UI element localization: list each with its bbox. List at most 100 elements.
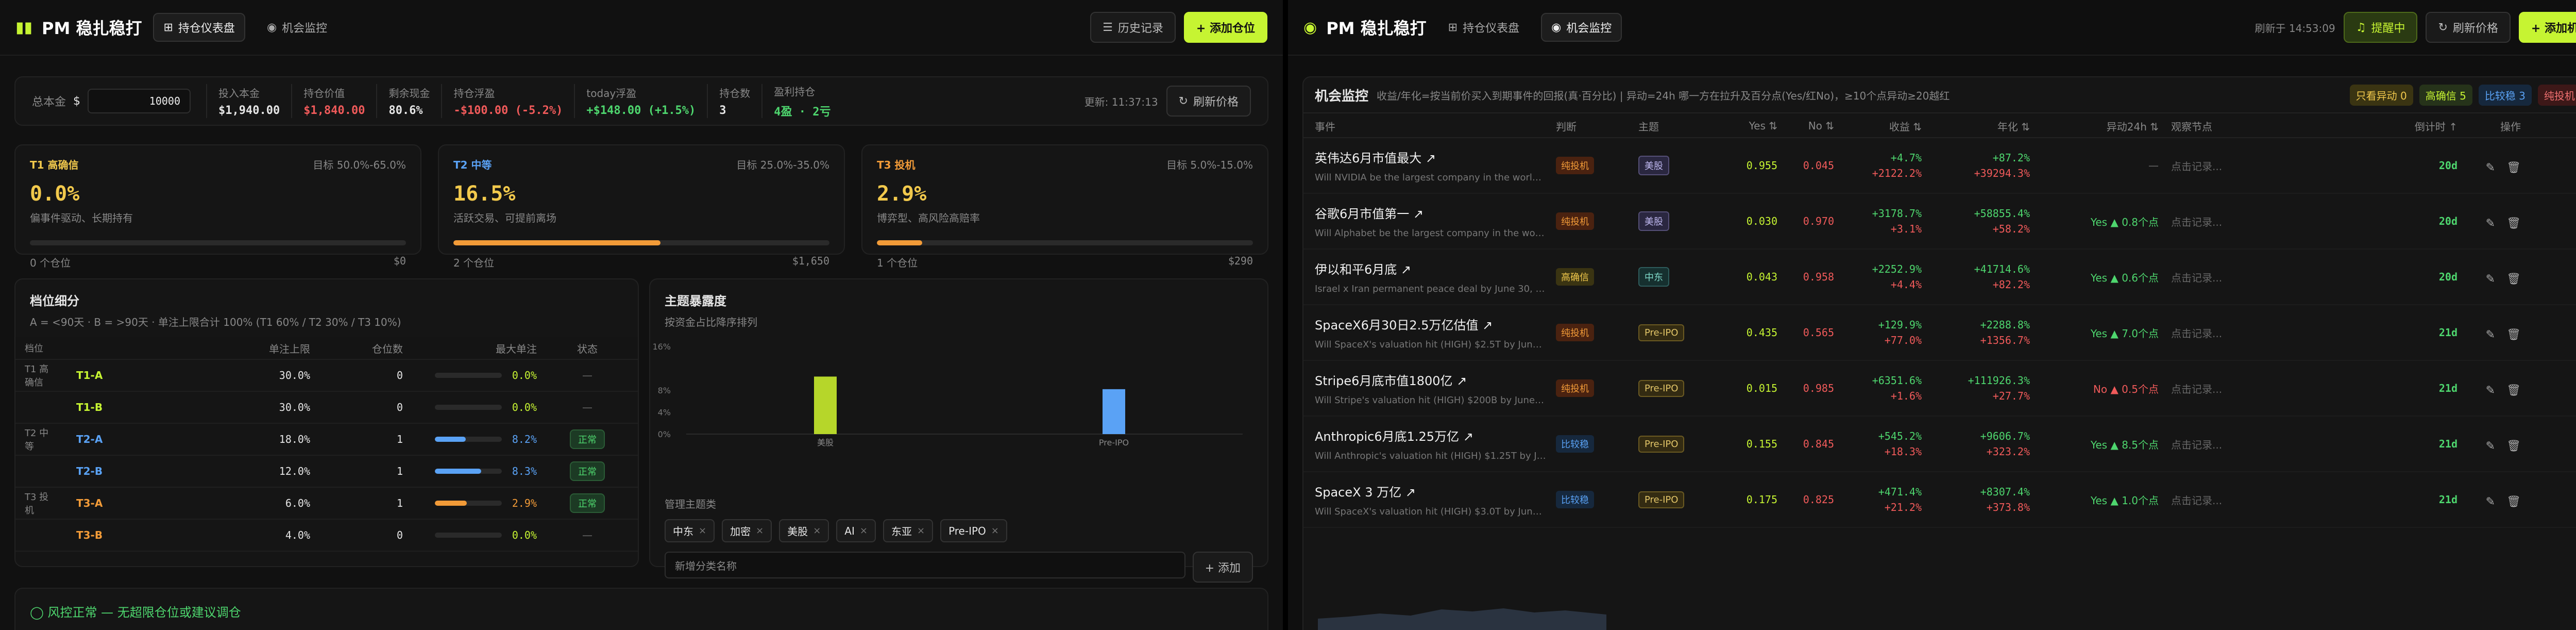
button-label: 刷新价格 <box>2452 22 2498 35</box>
event-title[interactable]: 谷歌6月市值第一 ↗ <box>1315 204 1556 222</box>
close-icon[interactable]: × <box>699 525 706 536</box>
tab-monitor[interactable]: ◉ 机会监控 <box>257 13 337 42</box>
edit-icon[interactable]: ✎ <box>2486 328 2495 341</box>
add-category-button[interactable]: + 添加 <box>1192 552 1253 583</box>
tag-label: 加密 <box>730 525 751 538</box>
trash-icon[interactable]: 🗑 <box>2506 217 2521 230</box>
column-header: 状态 <box>577 342 598 355</box>
max-single-bar <box>434 533 502 538</box>
theme-badge: Pre-IPO <box>1638 435 1685 453</box>
theme-cell: 中东 <box>1638 267 1721 287</box>
table-header: 事件 判断 主题 Yes ⇅ No ⇅ 收益 ⇅ 年化 ⇅ 异动24h ⇅ 观察… <box>1303 114 2576 138</box>
event-title[interactable]: SpaceX6月30日2.5万亿估值 ↗ <box>1315 315 1556 333</box>
yes-price: 0.435 <box>1746 326 1777 339</box>
opportunity-row[interactable]: SpaceX 3 万亿 ↗ Will SpaceX's valuation hit… <box>1303 472 2576 528</box>
event-title[interactable]: 英伟达6月市值最大 ↗ <box>1315 148 1556 166</box>
alerts-button[interactable]: ♫ 提醒中 <box>2343 12 2418 43</box>
pane-divider <box>1283 0 1288 630</box>
annual-cell: +8307.4% +373.8% <box>1922 486 2030 513</box>
sort-countdown-header[interactable]: 倒计时 ↑ <box>2287 119 2458 134</box>
trash-icon[interactable]: 🗑 <box>2506 495 2521 508</box>
judgement-cell: 纯投机 <box>1556 212 1638 230</box>
total-capital-input[interactable]: 10000 <box>88 89 191 113</box>
filter-high-chip[interactable]: 高确信 5 <box>2419 84 2472 106</box>
refresh-prices-button[interactable]: ↻ 刷新价格 <box>2426 12 2511 43</box>
watch-node[interactable]: 点击记录... <box>2159 214 2287 229</box>
close-icon[interactable]: × <box>813 525 821 536</box>
status-cell: 正常 <box>546 461 629 481</box>
theme-badge: Pre-IPO <box>1638 491 1685 508</box>
theme-tag[interactable]: 中东 × <box>665 519 715 542</box>
opportunity-row[interactable]: 英伟达6月市值最大 ↗ Will NVIDIA be the largest co… <box>1303 138 2576 194</box>
edit-icon[interactable]: ✎ <box>2486 273 2495 286</box>
edit-icon[interactable]: ✎ <box>2486 495 2495 508</box>
theme-tag[interactable]: AI × <box>836 519 876 542</box>
theme-tag[interactable]: 美股 × <box>779 519 829 542</box>
summary-key: 持仓价值 <box>303 87 345 100</box>
tab-dashboard[interactable]: ⊞ 持仓仪表盘 <box>153 13 245 42</box>
theme-tag[interactable]: 东亚 × <box>883 519 934 542</box>
event-title[interactable]: Anthropic6月底1.25万亿 ↗ <box>1315 426 1556 444</box>
new-category-input[interactable]: 新增分类名称 <box>665 552 1185 578</box>
watch-node[interactable]: 点击记录... <box>2159 492 2287 507</box>
trash-icon[interactable]: 🗑 <box>2506 384 2521 397</box>
watch-node[interactable]: 点击记录... <box>2159 158 2287 173</box>
actions-cell: ✎ 🗑 <box>2458 436 2532 453</box>
trash-icon[interactable]: 🗑 <box>2506 440 2521 453</box>
edit-icon[interactable]: ✎ <box>2486 440 2495 453</box>
opportunity-row[interactable]: 谷歌6月市值第一 ↗ Will Alphabet be the largest c… <box>1303 194 2576 250</box>
tier-progress <box>30 240 406 245</box>
shield-icon: ◯ <box>30 605 48 620</box>
table-header: 档位 单注上限 仓位数 最大单注 状态 <box>15 337 638 360</box>
sort-return-header[interactable]: 收益 ⇅ <box>1834 119 1922 134</box>
yes-price: 0.043 <box>1746 271 1777 283</box>
theme-tag[interactable]: 加密 × <box>722 519 772 542</box>
watch-node[interactable]: 点击记录... <box>2159 381 2287 396</box>
trash-icon[interactable]: 🗑 <box>2506 328 2521 341</box>
edit-icon[interactable]: ✎ <box>2486 384 2495 397</box>
summary-value: $1,940.00 <box>218 104 280 117</box>
tab-monitor[interactable]: ◉ 机会监控 <box>1541 13 1622 42</box>
refresh-prices-button[interactable]: ↻ 刷新价格 <box>1166 86 1251 117</box>
watch-node[interactable]: 点击记录... <box>2159 270 2287 285</box>
return-cell: +471.4% +21.2% <box>1834 486 1922 513</box>
watch-node[interactable]: 点击记录... <box>2159 325 2287 340</box>
close-icon[interactable]: × <box>917 525 925 536</box>
sort-annual-header[interactable]: 年化 ⇅ <box>1922 119 2030 134</box>
add-opportunity-button[interactable]: + 添加机会 <box>2518 12 2576 43</box>
eye-icon: ◉ <box>1551 21 1562 34</box>
sort-move-header[interactable]: 异动24h ⇅ <box>2030 119 2159 134</box>
trash-icon[interactable]: 🗑 <box>2506 161 2521 174</box>
edit-icon[interactable]: ✎ <box>2486 217 2495 230</box>
theme-badge: 中东 <box>1638 267 1669 287</box>
close-icon[interactable]: × <box>860 525 868 536</box>
theme-tag[interactable]: Pre-IPO × <box>940 519 1007 542</box>
judgement-badge: 纯投机 <box>1556 157 1594 174</box>
filter-movers-chip[interactable]: 只看异动 0 <box>2349 84 2413 106</box>
sort-yes-header[interactable]: Yes ⇅ <box>1721 120 1777 132</box>
opportunity-row[interactable]: Anthropic6月底1.25万亿 ↗ Will Anthropic's val… <box>1303 417 2576 472</box>
tab-dashboard[interactable]: ⊞ 持仓仪表盘 <box>1438 13 1530 42</box>
annual-no: +39294.3% <box>1974 167 2030 179</box>
y-tick-label: 8% <box>658 386 671 395</box>
filter-spec-chip[interactable]: 纯投机 6 <box>2537 84 2576 106</box>
trash-icon[interactable]: 🗑 <box>2506 273 2521 286</box>
total-capital: 总本金 $ 10000 <box>32 89 191 113</box>
event-title[interactable]: Stripe6月底市值1800亿 ↗ <box>1315 371 1556 389</box>
max-single: 8.3% <box>412 465 546 477</box>
no-price: 0.045 <box>1803 159 1834 172</box>
edit-icon[interactable]: ✎ <box>2486 161 2495 174</box>
sort-no-header[interactable]: No ⇅ <box>1777 120 1834 132</box>
opportunity-row[interactable]: SpaceX6月30日2.5万亿估值 ↗ Will SpaceX's valuat… <box>1303 305 2576 361</box>
add-position-button[interactable]: + 添加仓位 <box>1183 12 1267 43</box>
close-icon[interactable]: × <box>756 525 764 536</box>
table-row: T3 投机 T3-A 6.0% 1 2.9% 正常 <box>15 488 638 520</box>
history-button[interactable]: ☰ 历史记录 <box>1090 12 1176 43</box>
opportunity-row[interactable]: Stripe6月底市值1800亿 ↗ Will Stripe's valuatio… <box>1303 361 2576 417</box>
event-title[interactable]: SpaceX 3 万亿 ↗ <box>1315 482 1556 500</box>
opportunity-row[interactable]: 伊以和平6月底 ↗ Israel x Iran permanent peace d… <box>1303 250 2576 305</box>
close-icon[interactable]: × <box>991 525 999 536</box>
filter-stable-chip[interactable]: 比较稳 3 <box>2478 84 2532 106</box>
event-title[interactable]: 伊以和平6月底 ↗ <box>1315 259 1556 277</box>
watch-node[interactable]: 点击记录... <box>2159 437 2287 452</box>
